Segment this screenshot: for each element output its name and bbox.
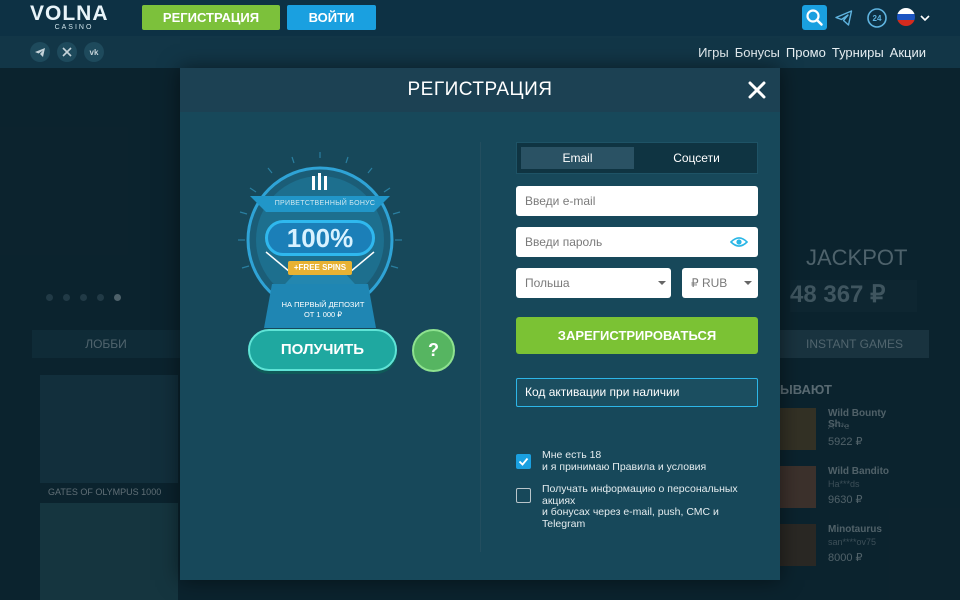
help-button[interactable]: ?: [412, 329, 455, 372]
currency-value: ₽ RUB: [691, 276, 728, 290]
tab-socials[interactable]: Соцсети: [638, 147, 755, 169]
close-icon: [748, 81, 766, 99]
close-button[interactable]: [746, 79, 768, 101]
bonus-percent: 100%: [265, 220, 375, 256]
currency-select[interactable]: ₽ RUB: [682, 268, 758, 298]
password-field[interactable]: Введи пароль: [516, 227, 758, 257]
support-24-icon: 24: [867, 8, 887, 28]
main-nav: Игры Бонусы Промо Турниры Акции: [698, 45, 926, 60]
volna-logo[interactable]: VOLNA CASINO: [30, 3, 115, 33]
x-social-icon[interactable]: [57, 42, 77, 62]
email-field[interactable]: Введи e-mail: [516, 186, 758, 216]
svg-text:24: 24: [873, 14, 882, 23]
nav-link-games[interactable]: Игры: [698, 45, 729, 60]
modal-title: РЕГИСТРАЦИЯ: [407, 79, 553, 100]
marketing-consent-line4: Telegram: [542, 517, 586, 530]
chevron-down-icon: [744, 281, 752, 285]
svg-text:vk: vk: [90, 48, 99, 57]
nav-link-promo[interactable]: Промо: [786, 45, 826, 60]
modal-divider: [480, 142, 481, 552]
age-consent-checkbox[interactable]: [516, 454, 531, 469]
bonus-label: ПРИВЕТСТВЕННЫЙ БОНУС: [274, 200, 376, 207]
checkmark-icon: [518, 457, 529, 466]
vk-social-icon[interactable]: vk: [84, 42, 104, 62]
bonus-deposit-line1: НА ПЕРВЫЙ ДЕПОЗИТ: [281, 300, 365, 309]
marketing-consent-checkbox[interactable]: [516, 488, 531, 503]
bonus-deposit-text: НА ПЕРВЫЙ ДЕПОЗИТ ОТ 1 000 ₽: [268, 296, 378, 328]
bonus-free-spins: +FREE SPINS: [288, 261, 352, 275]
nav-link-bonuses[interactable]: Бонусы: [735, 45, 780, 60]
marketing-consent-line3: и бонусах через e-mail, push, СМС и: [542, 506, 719, 518]
search-button[interactable]: [802, 5, 827, 30]
chevron-down-icon[interactable]: [919, 11, 931, 23]
tab-email[interactable]: Email: [521, 147, 634, 169]
register-submit-button[interactable]: ЗАРЕГИСТРИРОВАТЬСЯ: [516, 317, 758, 354]
telegram-icon: [835, 10, 853, 26]
nav-link-actions[interactable]: Акции: [890, 45, 926, 60]
bonus-deposit-line2: ОТ 1 000 ₽: [303, 310, 343, 319]
age-consent-line2: и я принимаю Правила и условия: [542, 460, 707, 473]
chevron-down-icon: [658, 281, 666, 285]
telegram-social-icon[interactable]: [30, 42, 50, 62]
header-register-button[interactable]: РЕГИСТРАЦИЯ: [142, 5, 280, 30]
show-password-button[interactable]: [729, 235, 749, 249]
country-select[interactable]: Польша: [516, 268, 671, 298]
marketing-consent-label[interactable]: Получать информацию о персональных акция…: [542, 483, 738, 530]
logo-subtext: CASINO: [54, 24, 94, 31]
get-bonus-button[interactable]: ПОЛУЧИТЬ: [248, 329, 397, 371]
logo-text: VOLNA: [30, 2, 109, 25]
age-consent-label[interactable]: Мне есть 18 и я принимаю Правила и услов…: [542, 449, 707, 473]
top-bar: VOLNA CASINO РЕГИСТРАЦИЯ ВОЙТИ 24: [0, 0, 960, 36]
eye-icon: [729, 237, 749, 247]
registration-modal: РЕГИСТРАЦИЯ ПРИВЕТСТВЕННЫЙ БОНУС 100% +F…: [180, 68, 780, 580]
promo-code-field[interactable]: Код активации при наличии: [516, 378, 758, 407]
registration-method-tabs: Email Соцсети: [516, 142, 758, 174]
marketing-consent-line1: Получать информацию о персональных: [542, 483, 738, 495]
country-value: Польша: [525, 276, 570, 290]
age-consent-line1: Мне есть 18: [542, 449, 602, 461]
search-icon: [806, 9, 823, 26]
modal-header: РЕГИСТРАЦИЯ: [180, 68, 780, 112]
telegram-button[interactable]: [834, 8, 854, 28]
support-24-button[interactable]: 24: [866, 7, 888, 29]
nav-link-tournaments[interactable]: Турниры: [832, 45, 884, 60]
russia-flag-icon[interactable]: [897, 8, 915, 26]
header-login-button[interactable]: ВОЙТИ: [287, 5, 376, 30]
